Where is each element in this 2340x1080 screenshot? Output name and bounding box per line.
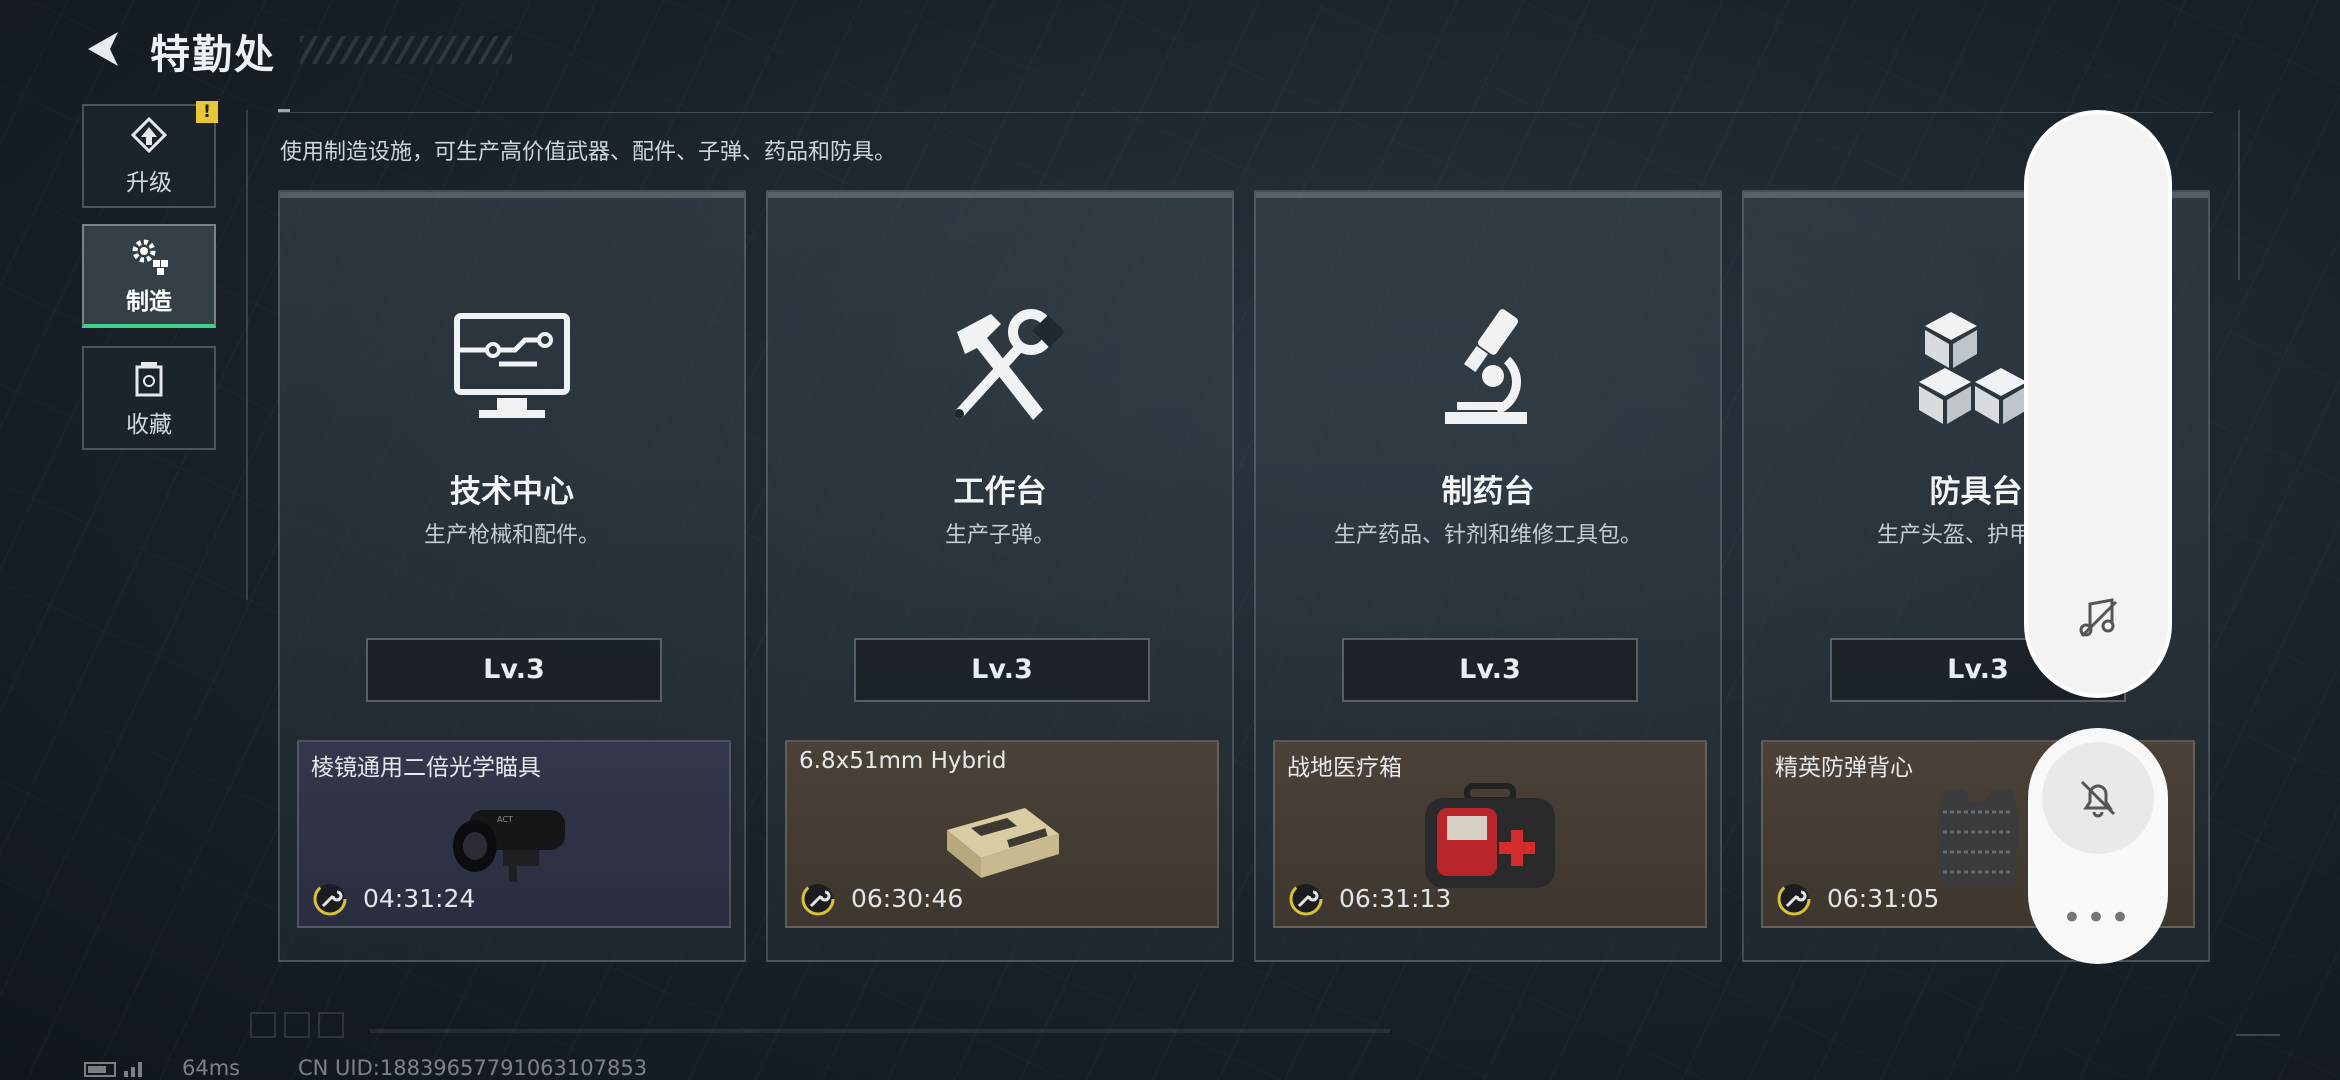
bottom-square-decoration: [284, 1012, 310, 1038]
sidebar-item-label: 升级: [126, 170, 172, 196]
page-description: 使用制造设施，可生产高价值武器、配件、子弹、药品和防具。: [280, 140, 897, 165]
timer-wrench-icon: [1289, 882, 1323, 916]
upgrade-icon: [130, 116, 168, 154]
production-slot[interactable]: 战地医疗箱 06:31:13: [1273, 740, 1707, 928]
sidebar-item-label: 制造: [126, 289, 172, 315]
bottom-decoration: [370, 1029, 1390, 1033]
user-uid: CN UID:18839657791063107853: [298, 1056, 648, 1080]
optic-scope-image: ACT: [453, 810, 565, 882]
ammo-box-image: [947, 808, 1059, 878]
more-options-button[interactable]: •••: [2028, 898, 2168, 938]
music-off-icon[interactable]: [2074, 594, 2122, 642]
facility-card-pharmacy[interactable]: 制药台 生产药品、针剂和维修工具包。 Lv.3 战地医疗箱 06:31:13: [1254, 190, 1722, 962]
facility-card-tech-center[interactable]: 技术中心 生产枪械和配件。 Lv.3 棱镜通用二倍光学瞄具 ACT 04:31:…: [278, 190, 746, 962]
floating-controls[interactable]: •••: [2028, 728, 2168, 964]
timer-wrench-icon: [801, 882, 835, 916]
microscope-icon: [1445, 309, 1527, 424]
ping-readout: 64ms: [182, 1056, 241, 1080]
production-slot[interactable]: 6.8x51mm Hybrid 06:30:46: [785, 740, 1219, 928]
production-timer: 06:31:05: [1827, 884, 1940, 913]
warning-badge: !: [196, 101, 218, 123]
monitor-circuit-icon: [454, 313, 570, 418]
production-timer: 04:31:24: [363, 884, 476, 913]
production-slot[interactable]: 棱镜通用二倍光学瞄具 ACT 04:31:24: [297, 740, 731, 928]
product-name: 战地医疗箱: [1287, 755, 1402, 781]
production-timer: 06:30:46: [851, 884, 964, 913]
notification-toggle[interactable]: [2042, 742, 2154, 854]
card-title: 工作台: [953, 474, 1047, 510]
timer-wrench-icon: [313, 882, 347, 916]
top-divider: [278, 112, 2213, 113]
sidebar-item-craft[interactable]: 制造: [82, 224, 216, 328]
back-arrow-icon[interactable]: [82, 26, 128, 72]
product-name: 棱镜通用二倍光学瞄具: [311, 755, 541, 781]
sidebar-divider: [246, 110, 248, 600]
hammer-wrench-icon: [954, 309, 1065, 420]
production-timer: 06:31:13: [1339, 884, 1452, 913]
card-title: 技术中心: [450, 474, 574, 510]
level-button[interactable]: Lv.3: [1342, 638, 1638, 702]
bottom-square-decoration: [250, 1012, 276, 1038]
corner-decoration: [2236, 1034, 2280, 1036]
card-subtitle: 生产药品、针剂和维修工具包。: [1333, 523, 1642, 548]
bell-off-icon: [2080, 780, 2116, 818]
card-subtitle: 生产枪械和配件。: [423, 523, 600, 548]
sidebar-item-collection[interactable]: 收藏: [82, 346, 216, 450]
card-subtitle: 生产子弹。: [944, 523, 1055, 548]
bottom-square-decoration: [318, 1012, 344, 1038]
collection-icon: [135, 362, 163, 397]
medkit-image: [1425, 783, 1555, 888]
right-decoration: [2238, 110, 2240, 280]
title-decoration: [300, 36, 512, 64]
gear-blocks-icon: [132, 239, 168, 275]
cubes-icon: [1919, 312, 2027, 424]
product-name: 6.8x51mm Hybrid: [799, 748, 1007, 774]
card-title: 制药台: [1441, 474, 1535, 510]
floating-panel[interactable]: [2028, 114, 2168, 694]
level-button[interactable]: Lv.3: [366, 638, 662, 702]
battery-signal-icon: [84, 1062, 142, 1077]
svg-text:ACT: ACT: [497, 815, 513, 824]
page-title: 特勤处: [150, 32, 276, 78]
level-button[interactable]: Lv.3: [854, 638, 1150, 702]
top-divider-mark: [278, 109, 290, 112]
product-name: 精英防弹背心: [1775, 755, 1913, 781]
sidebar-item-label: 收藏: [126, 412, 172, 438]
timer-wrench-icon: [1777, 882, 1811, 916]
facility-card-workbench[interactable]: 工作台 生产子弹。 Lv.3 6.8x51mm Hybrid 06:30:46: [766, 190, 1234, 962]
